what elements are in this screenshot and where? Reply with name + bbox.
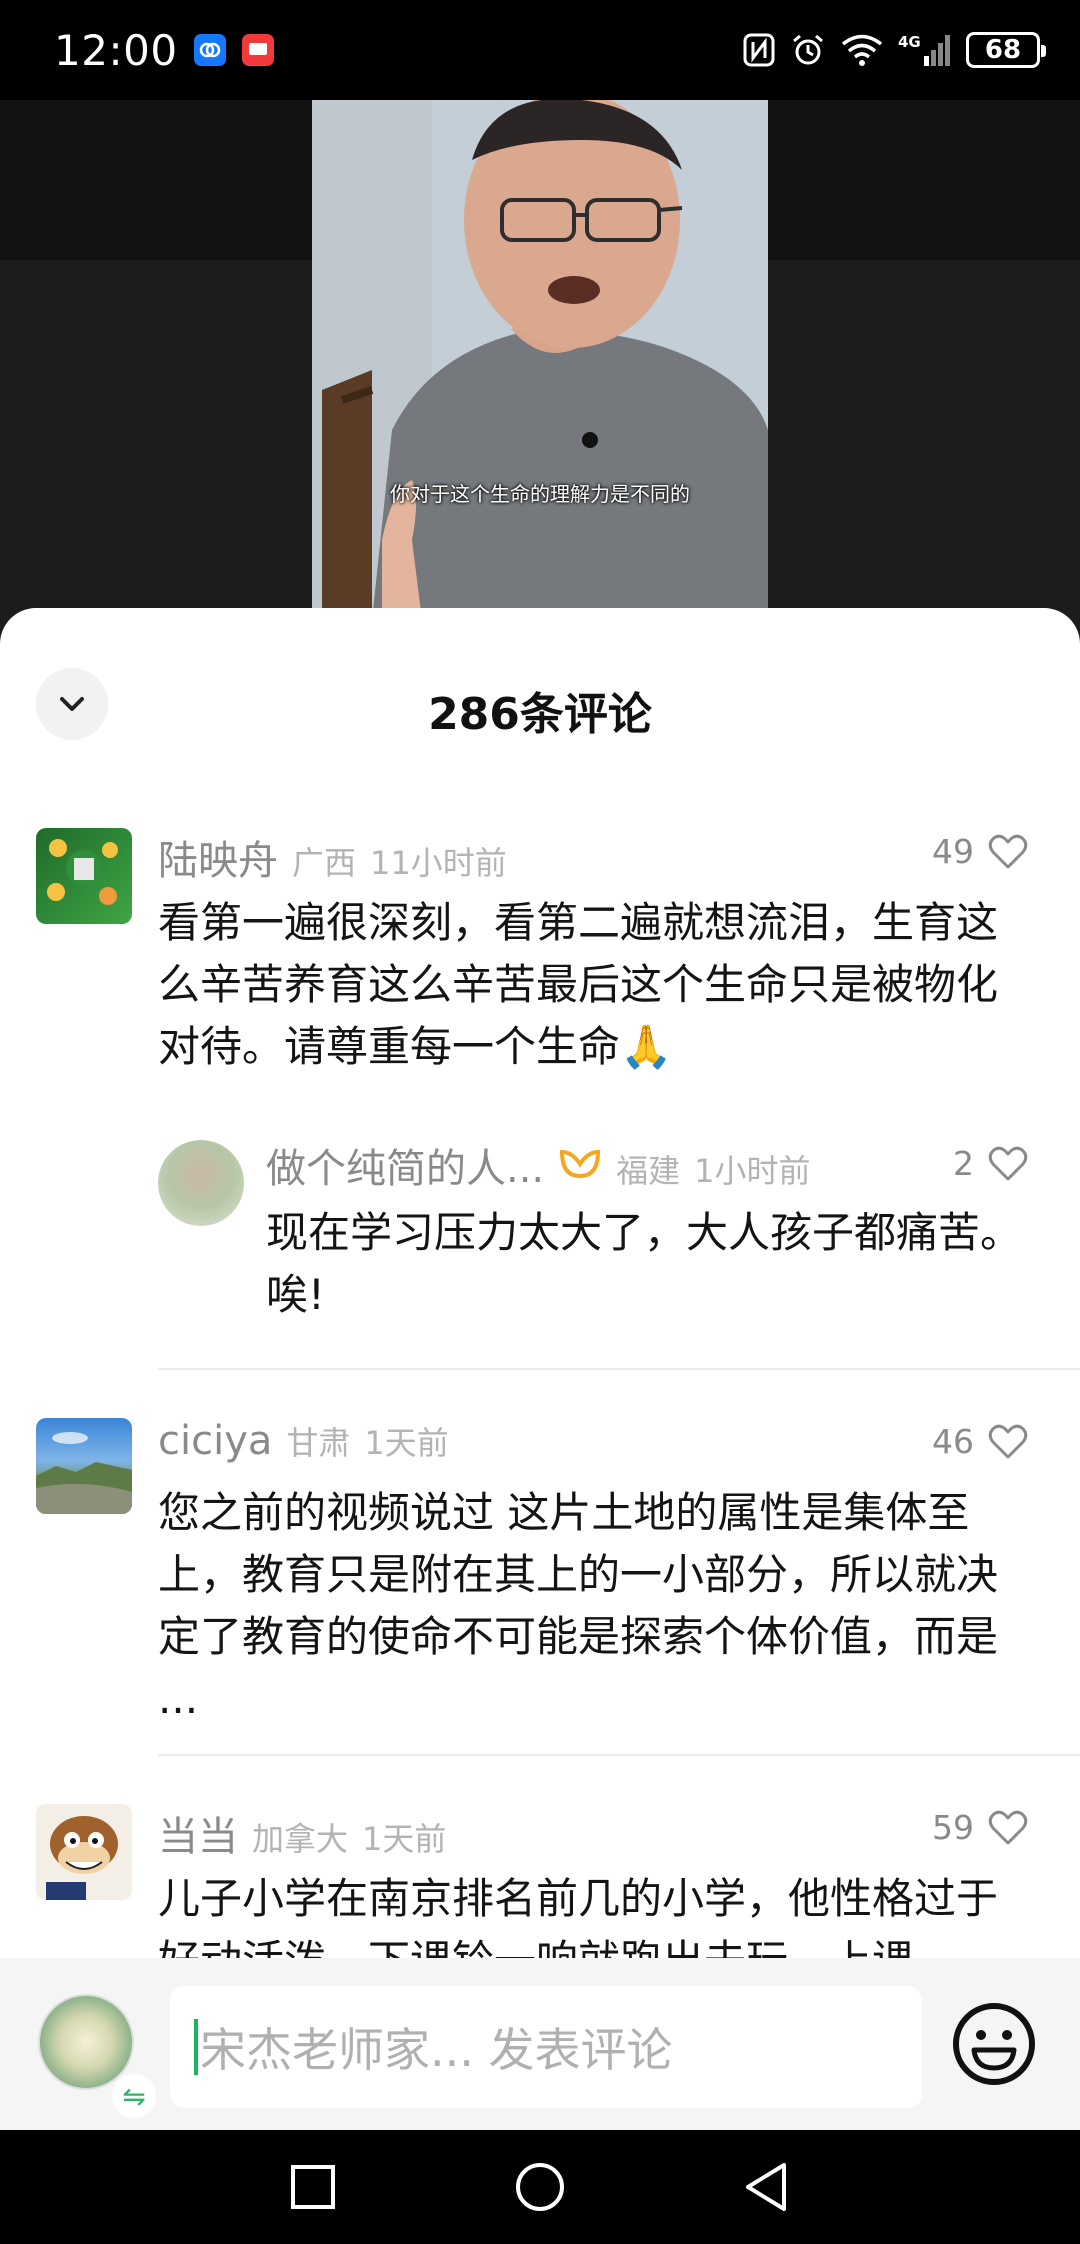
comment-author[interactable]: 当当 [158, 1804, 238, 1862]
avatar-image [46, 1816, 118, 1900]
like-count: 49 [932, 832, 974, 871]
avatar-image [47, 839, 118, 905]
wifi-icon [841, 34, 883, 66]
comment-location: 加拿大 [252, 1820, 349, 1858]
nfc-icon [743, 33, 775, 67]
network-type-label: 4G [898, 33, 921, 51]
system-nav-bar [0, 2130, 1080, 2244]
status-right: 4G 68 [742, 32, 1046, 68]
like-count: 59 [932, 1808, 974, 1847]
video-subtitle: 你对于这个生命的理解力是不同的 [390, 482, 690, 506]
heart-icon [988, 834, 1028, 868]
battery-level: 68 [984, 35, 1022, 65]
emoji-icon[interactable] [950, 2000, 1038, 2088]
comment-text: 看第一遍很深刻，看第二遍就想流泪，生育这么辛苦养育这么辛苦最后这个生命只是被物化… [158, 898, 999, 1071]
comment-text[interactable]: 您之前的视频说过 这片土地的属性是集体至上，教育只是附在其上的一小部分，所以就决… [158, 1482, 1038, 1730]
heart-icon [988, 1146, 1028, 1180]
status-left: 12:00 [54, 26, 274, 75]
comments-count-title: 286条评论 [428, 689, 652, 740]
comment-input[interactable]: 宋杰老师家... 发表评论 [170, 1986, 922, 2108]
my-avatar[interactable] [38, 1994, 134, 2090]
comment-author[interactable]: 做个纯简的人... [266, 1136, 544, 1194]
like-count: 46 [932, 1422, 974, 1461]
vip-icon [560, 1149, 601, 1179]
video-frame[interactable]: 你对于这个生命的理解力是不同的 [312, 100, 768, 620]
avatar-image [36, 1432, 132, 1514]
comment-item: ciciya 甘肃 1天前 46 您之前的视频说过 这片土地的属性是集体至上，教… [0, 1418, 1080, 1748]
like-button[interactable]: 2 [953, 1144, 1028, 1183]
comment-meta: 当当 加拿大 1天前 [158, 1804, 446, 1862]
reply-item: 做个纯简的人... 福建 1小时前 2 现在学习压力太大了，大人孩子都痛苦。唉! [0, 1136, 1080, 1356]
comment-time: 1天前 [362, 1820, 447, 1858]
video-player[interactable]: 你对于这个生命的理解力是不同的 [0, 100, 1080, 620]
avatar[interactable] [158, 1140, 244, 1226]
comment-time: 1小时前 [694, 1152, 811, 1190]
avatar[interactable] [36, 1418, 132, 1514]
cellular-signal-icon: 4G [898, 33, 950, 66]
nav-back-icon[interactable] [742, 2160, 792, 2214]
alarm-icon [793, 34, 823, 65]
comment-time: 11小时前 [370, 844, 507, 882]
divider [158, 1368, 1080, 1370]
comment-location: 甘肃 [286, 1424, 351, 1462]
like-button[interactable]: 59 [932, 1808, 1028, 1847]
comment-author[interactable]: 陆映舟 [158, 828, 278, 886]
comment-location: 福建 [616, 1152, 681, 1190]
comment-text: 现在学习压力太大了，大人孩子都痛苦。唉! [266, 1208, 1023, 1319]
swap-icon[interactable]: ⇋ [112, 2074, 156, 2118]
comments-sheet: 286条评论 陆映舟 广西 11小时前 49 看第一遍很深刻，看第二遍就想流泪，… [0, 608, 1080, 1958]
nav-home-icon[interactable] [513, 2160, 567, 2214]
message-notification-icon [241, 34, 274, 66]
avatar[interactable] [36, 1804, 132, 1900]
sheet-header: 286条评论 [0, 608, 1080, 758]
comment-item: 陆映舟 广西 11小时前 49 看第一遍很深刻，看第二遍就想流泪，生育这么辛苦养… [0, 828, 1080, 1118]
comment-meta: 陆映舟 广西 11小时前 [158, 828, 507, 886]
like-button[interactable]: 49 [932, 832, 1028, 871]
heart-icon [988, 1810, 1028, 1844]
divider [158, 1754, 1080, 1756]
comment-location: 广西 [292, 844, 357, 882]
app-notification-icon [193, 34, 226, 66]
comment-input-placeholder: 宋杰老师家... 发表评论 [200, 2023, 673, 2077]
nav-recents-icon[interactable] [288, 2162, 338, 2212]
comment-text: 儿子小学在南京排名前几的小学，他性格过于好动活泼，下课铃一响就跑出去玩，上课 [158, 1874, 999, 1958]
comment-time: 1天前 [364, 1424, 449, 1462]
heart-icon [988, 1424, 1028, 1458]
comment-meta: 做个纯简的人... 福建 1小时前 [266, 1136, 811, 1194]
battery-icon: 68 [966, 32, 1046, 68]
status-bar: 12:00 4G 68 [0, 0, 1080, 100]
status-time: 12:00 [54, 25, 178, 75]
comment-meta: ciciya 甘肃 1天前 [158, 1418, 449, 1464]
like-button[interactable]: 46 [932, 1422, 1028, 1461]
comment-author[interactable]: ciciya [158, 1418, 272, 1464]
text-cursor [194, 2019, 198, 2075]
avatar[interactable] [36, 828, 132, 924]
like-count: 2 [953, 1144, 974, 1183]
comment-item: 当当 加拿大 1天前 59 儿子小学在南京排名前几的小学，他性格过于好动活泼，下… [0, 1804, 1080, 1958]
comment-input-bar: ⇋ 宋杰老师家... 发表评论 [0, 1958, 1080, 2130]
video-person-image [312, 100, 768, 620]
